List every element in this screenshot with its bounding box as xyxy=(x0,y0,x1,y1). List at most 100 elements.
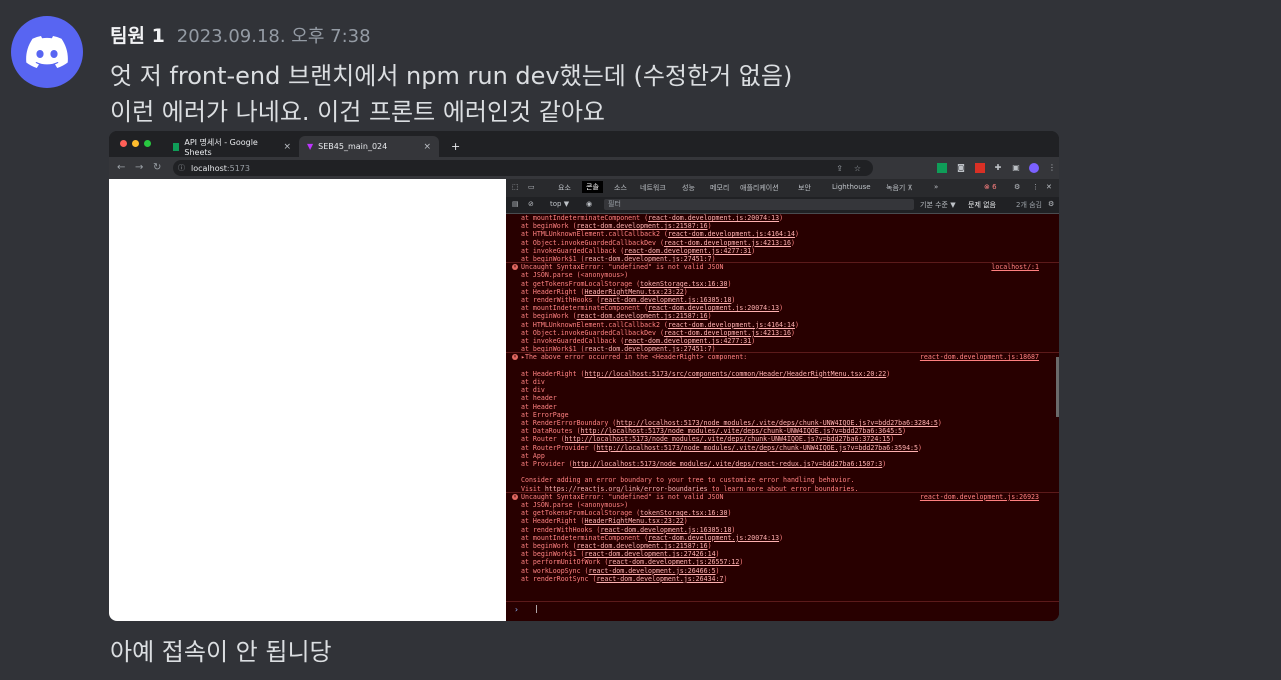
stack-link[interactable]: http://localhost:5173/node_modules/.vite… xyxy=(581,427,903,435)
console-line: at DataRoutes (http://localhost:5173/nod… xyxy=(521,427,907,436)
sheets-icon xyxy=(173,142,180,151)
console-filter-input: 필터 xyxy=(604,199,914,210)
console-line: at mountIndeterminateComponent (react-do… xyxy=(521,533,784,542)
console-line: at header xyxy=(521,394,557,403)
devtools-tab-console: 콘솔 xyxy=(582,181,603,193)
avatar[interactable] xyxy=(11,16,83,88)
stack-link[interactable]: react-dom.development.js:4164:14 xyxy=(668,230,795,238)
devtools-tab-network: 네트워크 xyxy=(640,184,666,192)
devtools-tab-application: 애플리케이션 xyxy=(740,184,779,192)
console-line: at App xyxy=(521,451,545,460)
console-line: at beginWork (react-dom.development.js:2… xyxy=(521,312,712,321)
console-line: at renderWithHooks (react-dom.developmen… xyxy=(521,296,736,304)
console-line: at getTokensFromLocalStorage (tokenStora… xyxy=(521,279,732,288)
stack-link[interactable]: react-dom.development.js:4277:31 xyxy=(624,247,751,255)
console-line: at beginWork (react-dom.development.js:2… xyxy=(521,542,712,550)
console-line: at JSON.parse (<anonymous>) xyxy=(521,271,629,280)
console-line: at div xyxy=(521,386,545,395)
console-settings-icon: ⚙ xyxy=(1048,200,1055,208)
share-icon: ⇪ xyxy=(836,163,843,173)
stack-link[interactable]: react-dom.development.js:4213:16 xyxy=(664,329,791,337)
devtools-panel: ⬚ ▭ 요소 콘솔 소스 네트워크 성능 메모리 애플리케이션 보안 Light… xyxy=(506,179,1059,621)
screenshot-attachment[interactable]: API 명세서 - Google Sheets × ▼ SEB45_main_0… xyxy=(109,131,1059,621)
console-line: at Header xyxy=(521,402,557,411)
source-link[interactable]: react-dom.development.js:18687 xyxy=(920,353,1039,361)
inspect-icon: ⬚ xyxy=(512,183,519,191)
devtools-tab-lighthouse: Lighthouse xyxy=(832,183,871,191)
stack-link[interactable]: react-dom.development.js:4213:16 xyxy=(664,239,791,247)
console-line: at invokeGuardedCallback (react-dom.deve… xyxy=(521,337,756,345)
stack-link[interactable]: react-dom.development.js:21587:16 xyxy=(577,312,708,320)
stack-link[interactable]: react-dom.development.js:16305:18 xyxy=(600,296,731,304)
console-output: at mountIndeterminateComponent (react-do… xyxy=(506,214,1059,601)
info-icon: ⓘ xyxy=(178,164,185,172)
stack-link[interactable]: react-dom.development.js:21587:16 xyxy=(577,222,708,230)
message-line-1: 엇 저 front-end 브랜치에서 npm run dev했는데 (수정한거… xyxy=(110,62,793,90)
page-viewport-blank xyxy=(109,179,506,621)
more-tabs-icon: » xyxy=(934,183,939,191)
stack-link[interactable]: HeaderRightMenu.tsx:23:22 xyxy=(585,517,684,525)
console-line: at invokeGuardedCallback (react-dom.deve… xyxy=(521,246,756,255)
stack-link[interactable]: react-dom.development.js:26466:5 xyxy=(589,567,716,575)
stack-link[interactable]: react-dom.development.js:20074:13 xyxy=(648,304,779,312)
stack-link[interactable]: react-dom.development.js:4164:14 xyxy=(668,321,795,329)
url-field: ⓘ localhost:5173 ⇪ ☆ xyxy=(173,160,873,176)
kebab-menu-icon: ⋮ xyxy=(1048,163,1056,172)
message-line-2: 이런 에러가 나네요. 이건 프론트 에러인것 같아요 xyxy=(110,98,606,126)
stack-link[interactable]: HeaderRightMenu.tsx:23:22 xyxy=(585,288,684,296)
zoom-window-dot xyxy=(144,140,151,147)
stack-link[interactable]: react-dom.development.js:26557:12 xyxy=(608,558,739,566)
stack-link[interactable]: tokenStorage.tsx:16:30 xyxy=(640,280,727,288)
console-line: at mountIndeterminateComponent (react-do… xyxy=(521,304,784,313)
sidepanel-icon: ▣ xyxy=(1012,163,1020,172)
console-line: at JSON.parse (<anonymous>) xyxy=(521,501,629,509)
stack-link[interactable]: http://localhost:5173/node_modules/.vite… xyxy=(616,419,938,427)
bookmark-star-icon: ☆ xyxy=(853,163,861,173)
devtools-tab-performance: 성능 xyxy=(682,184,695,192)
console-error-header: × ▸The above error occurred in the <Heade… xyxy=(512,353,1039,362)
source-link[interactable]: localhost/:1 xyxy=(991,263,1039,271)
stack-link[interactable]: http://localhost:5173/node_modules/.vite… xyxy=(596,444,918,452)
console-line: at Object.invokeGuardedCallbackDev (reac… xyxy=(521,328,795,337)
console-prompt: › | xyxy=(506,601,1059,621)
console-line: at getTokensFromLocalStorage (tokenStora… xyxy=(521,509,732,518)
stack-link[interactable]: http://localhost:5173/node_modules/.vite… xyxy=(565,435,891,443)
error-icon: × xyxy=(512,264,518,271)
console-line: at RenderErrorBoundary (http://localhost… xyxy=(521,419,942,427)
error-count-badge: ⊗ 6 xyxy=(984,183,997,191)
stack-link[interactable]: react-dom.development.js:20074:13 xyxy=(648,214,779,222)
reload-icon: ↻ xyxy=(153,162,162,173)
stack-link[interactable]: react-dom.development.js:21587:16 xyxy=(577,542,708,550)
console-line: at ErrorPage xyxy=(521,410,569,419)
forward-icon: → xyxy=(135,162,144,173)
devtools-tab-bar: ⬚ ▭ 요소 콘솔 소스 네트워크 성능 메모리 애플리케이션 보안 Light… xyxy=(506,179,1059,198)
stack-link[interactable]: tokenStorage.tsx:16:30 xyxy=(640,509,727,517)
stack-link[interactable]: react-dom.development.js:20074:13 xyxy=(648,534,779,542)
device-toolbar-icon: ▭ xyxy=(528,183,535,191)
discord-logo-icon xyxy=(26,36,68,68)
profile-icon xyxy=(1029,163,1039,173)
console-error-header: × Uncaught SyntaxError: "undefined" is no… xyxy=(512,263,1039,272)
stack-link[interactable]: react-dom.development.js:4277:31 xyxy=(624,337,751,345)
source-link[interactable]: react-dom.development.js:26923 xyxy=(920,493,1039,501)
stack-link[interactable]: react-dom.development.js:16305:18 xyxy=(600,526,731,534)
back-icon: ← xyxy=(117,162,126,173)
console-toolbar: ▤ ⊘ top ▼ ◉ 필터 기본 수준 ▼ 문제 없음 2개 숨김 ⚙ xyxy=(506,197,1059,214)
console-line: at Router (http://localhost:5173/node_mo… xyxy=(521,435,895,444)
camera-extension-icon: ◙ xyxy=(957,163,965,172)
stack-link[interactable]: http://localhost:5173/node_modules/.vite… xyxy=(573,460,883,468)
close-tab-icon: × xyxy=(283,141,291,152)
browser-tab-sheets: API 명세서 - Google Sheets × xyxy=(165,136,299,157)
stack-link[interactable]: react-dom.development.js:27426:14 xyxy=(585,550,716,558)
console-line: at Provider (http://localhost:5173/node_… xyxy=(521,460,887,468)
stack-link[interactable]: react-dom.development.js:26434:7 xyxy=(596,575,723,583)
devtools-tab-elements: 요소 xyxy=(558,184,571,192)
username[interactable]: 팀원 1 xyxy=(110,21,165,48)
stack-link[interactable]: http://localhost:5173/src/components/com… xyxy=(585,370,887,378)
message-header: 팀원 1 2023.09.18. 오후 7:38 xyxy=(110,21,371,48)
close-tab-icon: × xyxy=(423,141,431,152)
console-line: at workLoopSync (react-dom.development.j… xyxy=(521,566,720,575)
hidden-count: 2개 숨김 xyxy=(1016,201,1042,209)
devtools-tab-recorder: 녹음기 ⊼ xyxy=(886,184,913,192)
